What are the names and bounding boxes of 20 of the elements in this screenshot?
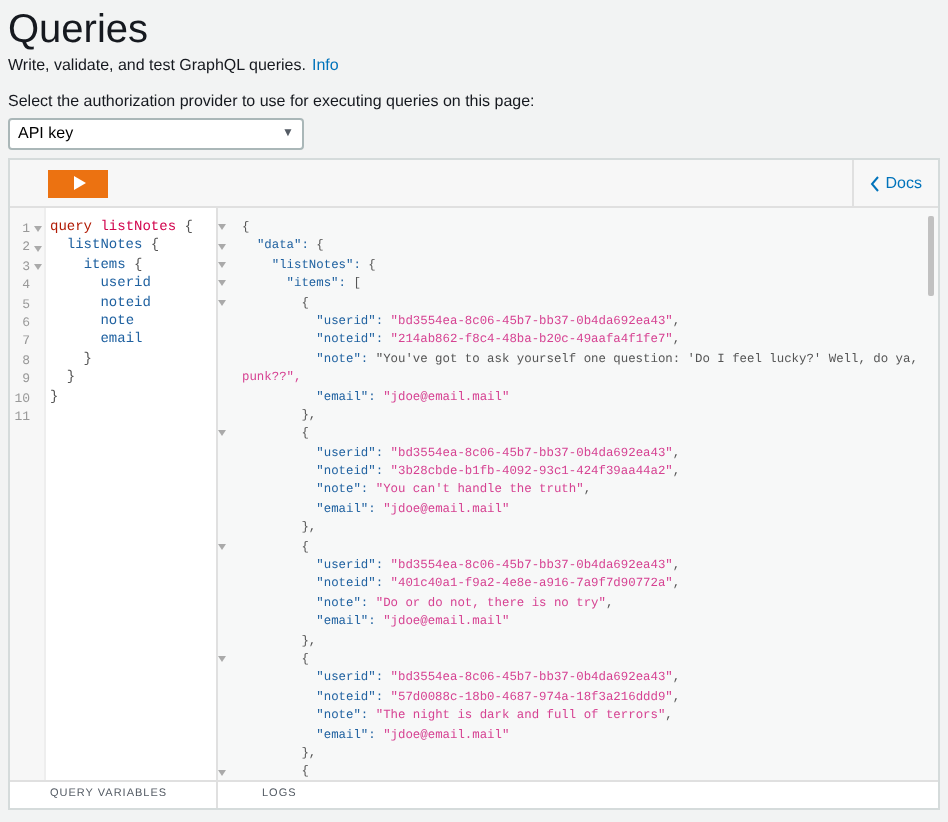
scrollbar[interactable] [928, 216, 934, 296]
auth-label: Select the authorization provider to use for executing queries on this page: [8, 90, 537, 114]
page-title: Queries [8, 6, 151, 54]
fold-arrow-icon[interactable] [34, 263, 42, 270]
page-description: Write, validate, and test GraphQL queries. [8, 54, 306, 78]
fold-arrow-icon[interactable] [218, 224, 226, 231]
fold-arrow-icon[interactable] [218, 543, 226, 550]
fold-arrow-icon[interactable] [218, 261, 226, 268]
fold-arrow-icon[interactable] [218, 656, 226, 663]
play-icon [71, 176, 85, 190]
info-link[interactable]: Info [311, 54, 339, 78]
fold-arrow-icon[interactable] [218, 769, 226, 776]
fold-arrow-icon[interactable] [218, 430, 226, 437]
fold-arrow-icon[interactable] [218, 280, 226, 287]
fold-arrow-icon[interactable] [218, 243, 226, 250]
fold-arrow-icon[interactable] [218, 299, 226, 306]
fold-arrow-icon[interactable] [34, 226, 42, 233]
chevron-left-icon [869, 175, 880, 191]
run-button[interactable] [48, 169, 108, 197]
fold-arrow-icon[interactable] [34, 245, 42, 252]
